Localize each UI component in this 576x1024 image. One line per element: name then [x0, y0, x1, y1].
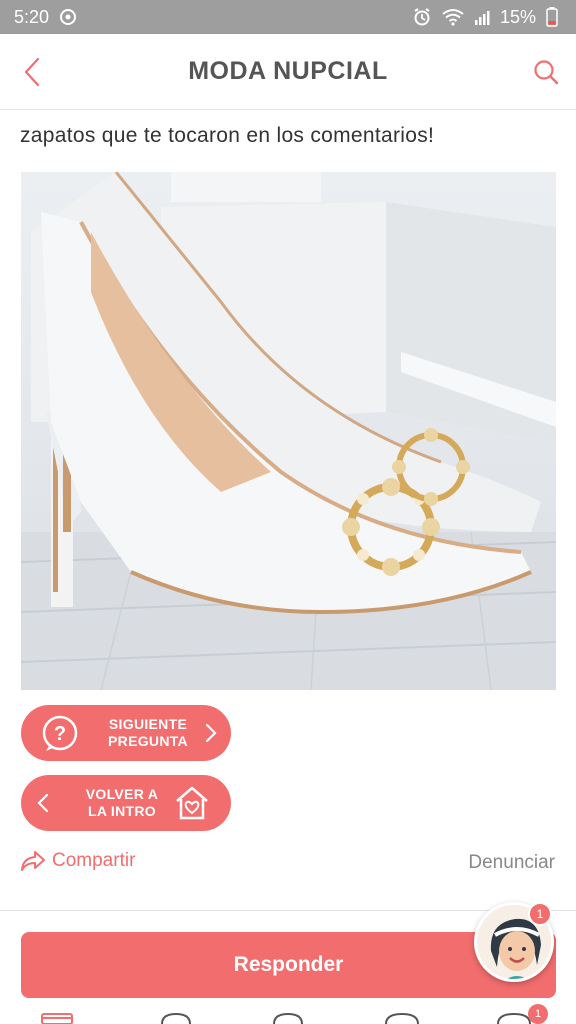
chevron-left-icon [37, 793, 49, 818]
post-text-line: zapatos que te tocaron en los comentario… [20, 124, 435, 147]
app-header: MODA NUPCIAL [0, 34, 576, 110]
notification-badge: 1 [528, 902, 552, 926]
alarm-icon [412, 7, 432, 27]
report-link[interactable]: Denunciar [468, 852, 555, 874]
share-link[interactable]: Compartir [20, 850, 135, 872]
page-title: MODA NUPCIAL [188, 57, 388, 85]
whatsapp-icon [59, 8, 77, 26]
nav-notification-badge: 1 [528, 1004, 548, 1024]
bridal-shoe-illustration [21, 172, 556, 690]
post-image[interactable] [21, 172, 556, 690]
search-button[interactable] [528, 54, 564, 90]
wifi-icon [442, 8, 464, 26]
battery-icon [546, 7, 558, 27]
battery-percent: 15% [499, 6, 536, 27]
search-icon [534, 60, 559, 85]
bottom-navigation [0, 1006, 576, 1024]
back-to-intro-button[interactable]: VOLVER A LA INTRO [21, 775, 231, 831]
home-heart-icon [173, 784, 211, 827]
share-arrow-icon [21, 851, 45, 871]
share-label: Compartir [52, 850, 136, 871]
status-left: 5:20 [14, 7, 77, 28]
next-question-label: SIGUIENTE PREGUNTA [108, 716, 188, 749]
next-question-button[interactable]: ? SIGUIENTE PREGUNTA [21, 705, 231, 761]
signal-icon [474, 9, 490, 25]
back-button[interactable] [14, 54, 50, 90]
status-right: 15% [412, 7, 558, 28]
back-to-intro-label: VOLVER A LA INTRO [85, 786, 159, 819]
svg-text:?: ? [54, 723, 66, 745]
reply-label: Responder [233, 953, 344, 976]
chevron-right-icon [205, 723, 217, 748]
question-icon: ? [41, 714, 79, 757]
chevron-left-icon [24, 57, 40, 87]
bottom-nav-icons [41, 1012, 531, 1024]
status-time: 5:20 [14, 6, 50, 27]
status-bar: 5:20 15% [0, 0, 576, 34]
